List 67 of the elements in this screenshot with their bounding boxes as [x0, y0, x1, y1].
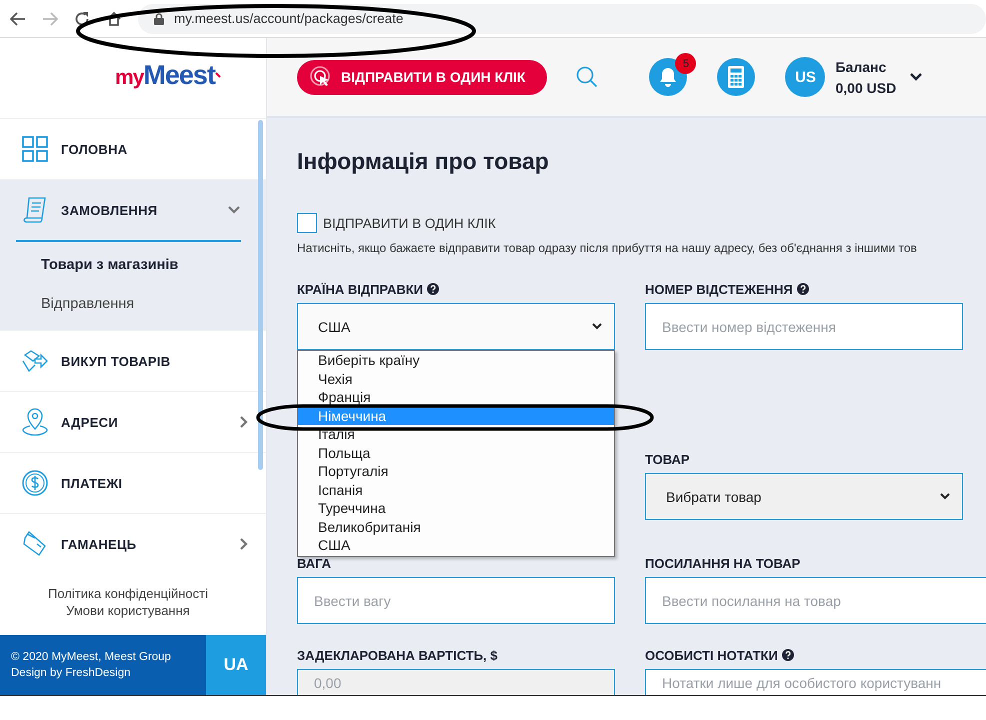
footer-link[interactable]: Політика конфіденційності [48, 586, 208, 601]
scrollbar[interactable] [258, 120, 263, 470]
dropdown-option[interactable]: Великобританія [298, 518, 614, 536]
notifications-button[interactable] [649, 58, 688, 96]
help-icon[interactable] [782, 649, 794, 661]
back-icon[interactable] [10, 12, 26, 26]
logo[interactable]: myMeest [0, 38, 266, 118]
field-label: ПОСИЛАННЯ НА ТОВАР [645, 556, 800, 570]
nav-item[interactable]: ГАМАНЕЦЬ [0, 514, 266, 574]
address-bar[interactable]: my.meest.us/account/packages/create [138, 4, 986, 34]
notification-count: 5 [675, 53, 696, 74]
click-icon [309, 65, 333, 89]
hint-text: Натисніть, якщо бажаєте відправити товар одразу після прибуття на нашу адресу, без об'єднання з іншими тов [297, 241, 918, 255]
weight-field[interactable]: Ввести вагу [297, 577, 615, 624]
dropdown-option[interactable]: Виберіть країну [298, 351, 614, 370]
checkbox-label[interactable]: ВІДПРАВИТИ В ОДИН КЛІК [323, 216, 496, 230]
submenu-item[interactable]: Товари з магазинів [41, 250, 266, 289]
dropdown-option[interactable]: США [298, 536, 614, 554]
nav-item[interactable]: АДРЕСИ [0, 392, 266, 452]
notes-field[interactable]: Нотатки лише для особистого користуванн [645, 669, 986, 695]
grid-icon [20, 136, 50, 162]
chevron-down-icon [940, 493, 950, 500]
help-icon[interactable] [796, 283, 809, 295]
nav-item[interactable]: ЗАМОВЛЕННЯ [16, 180, 241, 242]
checkbox[interactable] [297, 213, 317, 233]
submenu-item[interactable]: Відправлення [41, 289, 266, 328]
balance-amount: 0,00 USD [835, 80, 896, 96]
dollar-icon [20, 469, 50, 497]
dropdown-option[interactable]: Польща [298, 444, 614, 462]
footer-link[interactable]: Умови користування [66, 603, 190, 618]
dropdown-option[interactable]: Туреччина [298, 499, 614, 518]
tracking-number-field[interactable]: Ввести номер відстеження [645, 303, 963, 350]
dropdown-option[interactable]: Чехія [298, 370, 614, 388]
reload-icon[interactable] [74, 10, 90, 26]
product-select[interactable]: Вибрати товар [645, 473, 963, 520]
credit-text: Design by FreshDesign [11, 667, 132, 679]
exchange-icon [20, 349, 50, 373]
page-title: Інформація про товар [297, 148, 550, 175]
bell-icon [659, 67, 678, 87]
field-label: КРАЇНА ВІДПРАВКИ [297, 282, 424, 296]
field-label: НОМЕР ВІДСТЕЖЕННЯ [645, 282, 793, 296]
nav-item[interactable]: ПЛАТЕЖІ [0, 453, 266, 513]
calculator-icon [728, 66, 744, 88]
dropdown-option[interactable]: Португалія [298, 462, 614, 480]
field-label: ТОВАР [645, 452, 690, 466]
declared-value-field[interactable]: 0,00 [297, 669, 615, 695]
field-label: ЗАДЕКЛАРОВАНА ВАРТІСТЬ, $ [297, 648, 498, 662]
nav-item[interactable]: ГОЛОВНА [0, 119, 266, 179]
nav-item[interactable]: ВИКУП ТОВАРІВ [0, 331, 266, 391]
dropdown-option[interactable]: Іспанія [298, 480, 614, 499]
chevron-down-icon[interactable] [909, 72, 924, 82]
product-link-field[interactable]: Ввести посилання на товар [645, 577, 986, 624]
lock-icon [154, 12, 164, 24]
search-icon[interactable] [575, 65, 600, 89]
location-pin-icon [20, 407, 50, 437]
balance-label: Баланс [835, 58, 888, 74]
home-icon[interactable] [106, 10, 122, 26]
help-icon[interactable] [427, 283, 440, 295]
copyright-text: © 2020 MyMeest, Meest Group [11, 651, 172, 663]
field-label: ОСОБИСТІ НОТАТКИ [645, 648, 778, 662]
field-label: ВАГА [297, 556, 332, 570]
calculator-button[interactable] [717, 58, 756, 96]
quick-send-button[interactable]: ВІДПРАВИТИ В ОДИН КЛІК [297, 60, 548, 94]
dropdown-option[interactable]: Італія [298, 425, 614, 444]
country-select[interactable]: США [297, 303, 615, 350]
dropdown-option[interactable]: Франція [298, 388, 614, 406]
chevron-down-icon [592, 323, 602, 330]
